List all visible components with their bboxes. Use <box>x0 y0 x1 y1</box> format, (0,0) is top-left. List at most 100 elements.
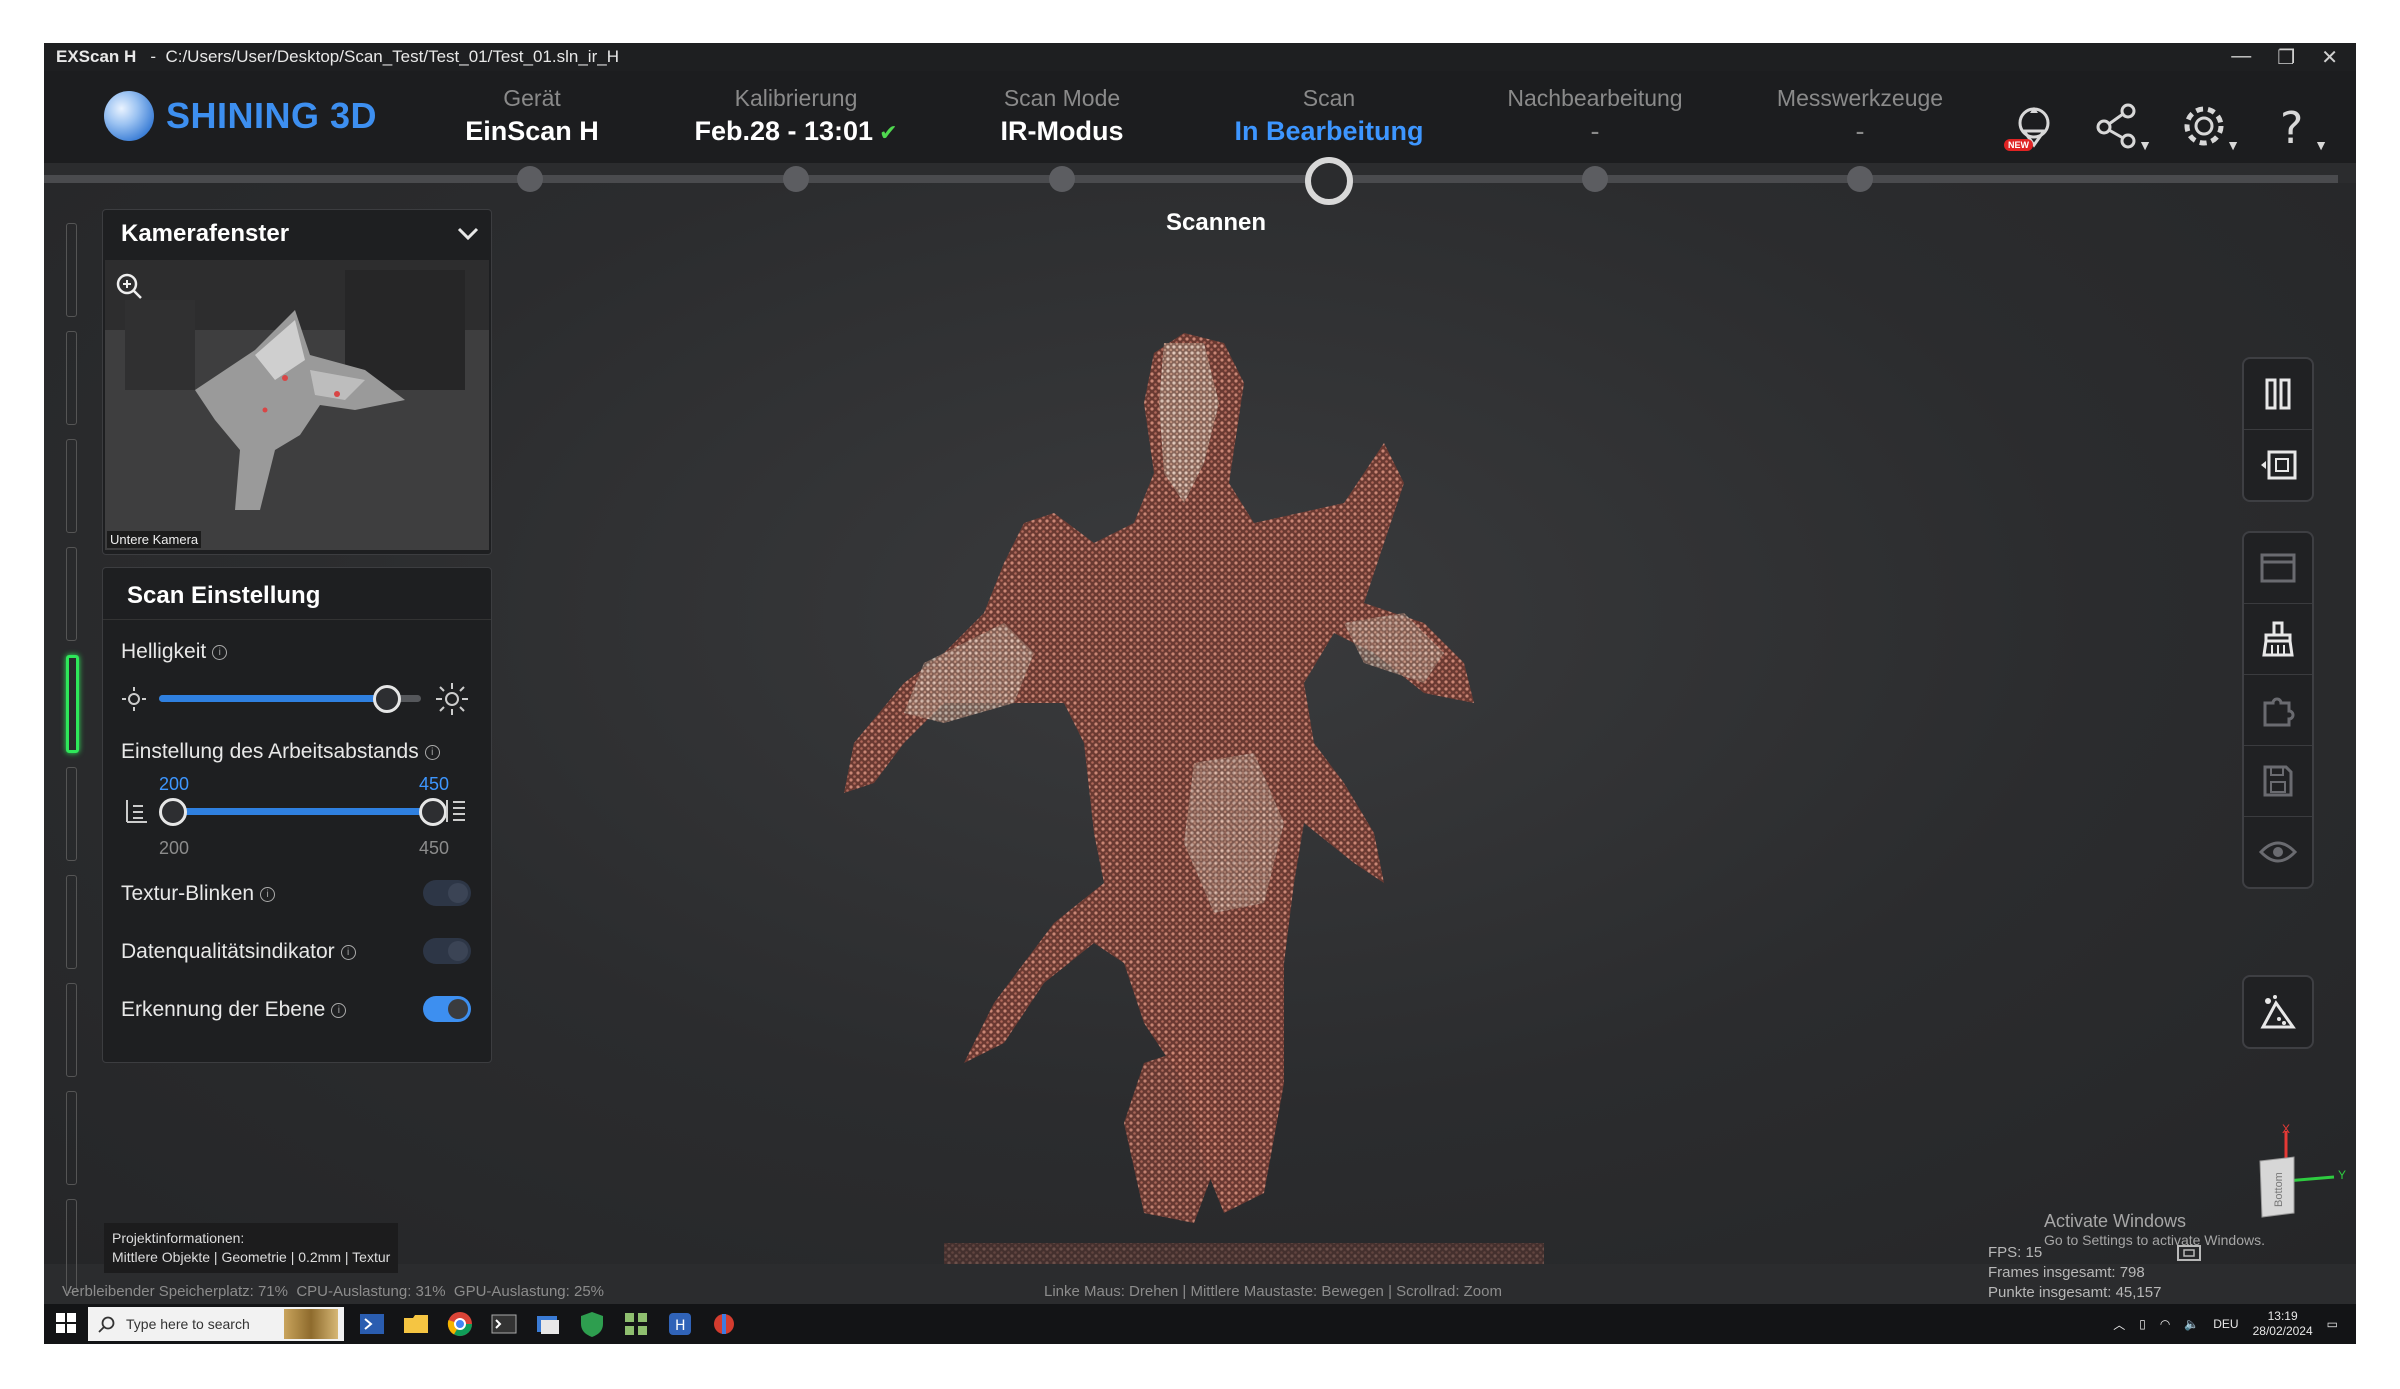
working-distance-track[interactable] <box>159 798 447 826</box>
fit-view-icon <box>2261 450 2297 480</box>
info-icon[interactable]: i <box>331 1002 347 1018</box>
select-area-icon <box>2260 553 2296 583</box>
texture-flash-toggle[interactable] <box>423 880 471 906</box>
logo-sphere-icon <box>104 91 154 141</box>
texture-button[interactable] <box>2244 977 2312 1047</box>
taskbar-search[interactable]: Type here to search <box>88 1307 344 1341</box>
pause-button[interactable] <box>2244 359 2312 430</box>
camera-preview[interactable]: Untere Kamera <box>105 260 489 550</box>
share-icon[interactable]: ▼ <box>2092 99 2152 153</box>
camera-panel-title: Kamerafenster <box>121 220 290 247</box>
zoom-in-icon[interactable] <box>113 270 145 302</box>
language-indicator[interactable]: DEU <box>2213 1317 2238 1331</box>
title-bar: EXScan H- C:/Users/User/Desktop/Scan_Tes… <box>44 43 2356 71</box>
app-icon-red[interactable] <box>710 1310 738 1338</box>
brightness-high-icon <box>436 683 468 715</box>
info-icon[interactable]: i <box>212 644 228 660</box>
help-icon[interactable]: ? ▼ <box>2268 99 2328 154</box>
screenshot-icon[interactable] <box>2176 1243 2202 1263</box>
search-placeholder: Type here to search <box>126 1316 250 1332</box>
texture-mountain-icon <box>2260 995 2296 1029</box>
tray-chevron-up-icon[interactable]: ︿ <box>2113 1316 2125 1333</box>
info-icon[interactable]: i <box>260 886 276 902</box>
notification-icon[interactable]: ▭ <box>2327 1317 2338 1331</box>
frames-readout: Frames insgesamt: 798 <box>1988 1264 2145 1281</box>
brightness-fill <box>159 695 387 702</box>
storage-status: Verbleibender Speicherplatz: 71% <box>62 1283 288 1300</box>
minimize-button[interactable]: — <box>2231 45 2251 70</box>
step-scan[interactable]: Scan In Bearbeitung <box>1234 85 1423 147</box>
photos-icon[interactable] <box>534 1310 562 1338</box>
brightness-handle[interactable] <box>373 685 401 713</box>
select-area-button[interactable] <box>2244 533 2312 604</box>
progress-node-device[interactable] <box>517 166 543 192</box>
chevron-down-icon[interactable] <box>455 220 481 246</box>
powershell-icon[interactable] <box>358 1310 386 1338</box>
data-quality-toggle[interactable] <box>423 938 471 964</box>
close-button[interactable]: ✕ <box>2321 45 2338 70</box>
progress-node-scan[interactable] <box>1305 157 1353 205</box>
brightness-track[interactable] <box>159 685 421 713</box>
svg-text:?: ? <box>2280 103 2303 153</box>
step-label: Kalibrierung <box>734 85 858 111</box>
exscan-taskbar-icon[interactable]: H <box>666 1310 694 1338</box>
project-path: C:/Users/User/Desktop/Scan_Test/Test_01/… <box>165 47 619 66</box>
distance-far-icon <box>446 800 465 822</box>
fps-readout: FPS: 15 <box>1988 1244 2043 1261</box>
working-distance-low-handle[interactable] <box>159 798 187 826</box>
update-icon[interactable]: NEW <box>2004 99 2058 153</box>
clock-time: 13:19 <box>2267 1309 2298 1323</box>
save-icon <box>2263 765 2293 797</box>
indicator-segment <box>66 875 77 969</box>
activate-windows-title: Activate Windows <box>2044 1211 2187 1231</box>
volume-icon[interactable]: 🔈 <box>2184 1317 2199 1331</box>
clock[interactable]: 13:19 28/02/2024 <box>2253 1309 2313 1339</box>
shield-icon[interactable] <box>578 1310 606 1338</box>
progress-node-measurement[interactable] <box>1847 166 1873 192</box>
wifi-icon[interactable]: ◠ <box>2160 1317 2170 1331</box>
chrome-icon[interactable] <box>446 1310 474 1338</box>
grid-app-icon[interactable] <box>622 1310 650 1338</box>
scan-settings-panel: Scan Einstellung Helligkeit i Einstellung… <box>102 567 492 1063</box>
step-value: IR-Modus <box>1000 116 1124 146</box>
file-explorer-icon[interactable] <box>402 1310 430 1338</box>
progress-node-postprocessing[interactable] <box>1582 166 1608 192</box>
search-highlight-image <box>284 1309 338 1339</box>
gear-icon[interactable]: ▼ <box>2180 99 2240 153</box>
windows-start-icon[interactable] <box>56 1313 76 1333</box>
step-scan-mode[interactable]: Scan Mode IR-Modus <box>1001 85 1124 147</box>
clock-date: 28/02/2024 <box>2252 1324 2313 1338</box>
step-postprocessing[interactable]: Nachbearbeitung - <box>1507 85 1682 147</box>
step-label: Nachbearbeitung <box>1507 85 1683 111</box>
plane-detection-toggle[interactable] <box>423 996 471 1022</box>
project-info-details: Mittlere Objekte | Geometrie | 0.2mm | T… <box>112 1249 391 1265</box>
progress-node-calibration[interactable] <box>783 166 809 192</box>
new-badge: NEW <box>2004 139 2033 151</box>
info-icon[interactable]: i <box>424 744 440 760</box>
fit-view-button[interactable] <box>2244 430 2312 500</box>
merge-button[interactable] <box>2244 675 2312 746</box>
restore-button[interactable]: ❐ <box>2277 45 2295 70</box>
left-step-indicator <box>66 223 79 1307</box>
camera-panel-header[interactable]: Kamerafenster <box>103 210 491 260</box>
toggle-knob <box>448 999 468 1019</box>
distance-near-icon <box>126 800 147 823</box>
step-measurement[interactable]: Messwerkzeuge - <box>1777 85 1943 147</box>
save-button[interactable] <box>2244 746 2312 817</box>
info-icon[interactable]: i <box>340 944 356 960</box>
data-quality-label: Datenqualitätsindikator i <box>121 940 356 964</box>
clean-button[interactable] <box>2244 604 2312 675</box>
indicator-segment <box>66 1091 77 1185</box>
step-calibration[interactable]: Kalibrierung Feb.28 - 13:01 ✔ <box>694 85 897 147</box>
visibility-button[interactable] <box>2244 817 2312 887</box>
step-label: Scan Mode <box>1003 85 1121 111</box>
app-window: EXScan H- C:/Users/User/Desktop/Scan_Tes… <box>44 43 2356 1344</box>
progress-node-scan-mode[interactable] <box>1049 166 1075 192</box>
checkmark-icon: ✔ <box>879 120 898 145</box>
step-device[interactable]: Gerät EinScan H <box>465 85 599 147</box>
battery-icon[interactable]: ▯ <box>2139 1317 2146 1331</box>
edit-tools-group <box>2242 531 2314 889</box>
terminal-icon[interactable] <box>490 1310 518 1338</box>
chevron-down-icon: ▼ <box>2314 137 2328 153</box>
working-distance-label: Einstellung des Arbeitsabstands i <box>121 740 440 764</box>
